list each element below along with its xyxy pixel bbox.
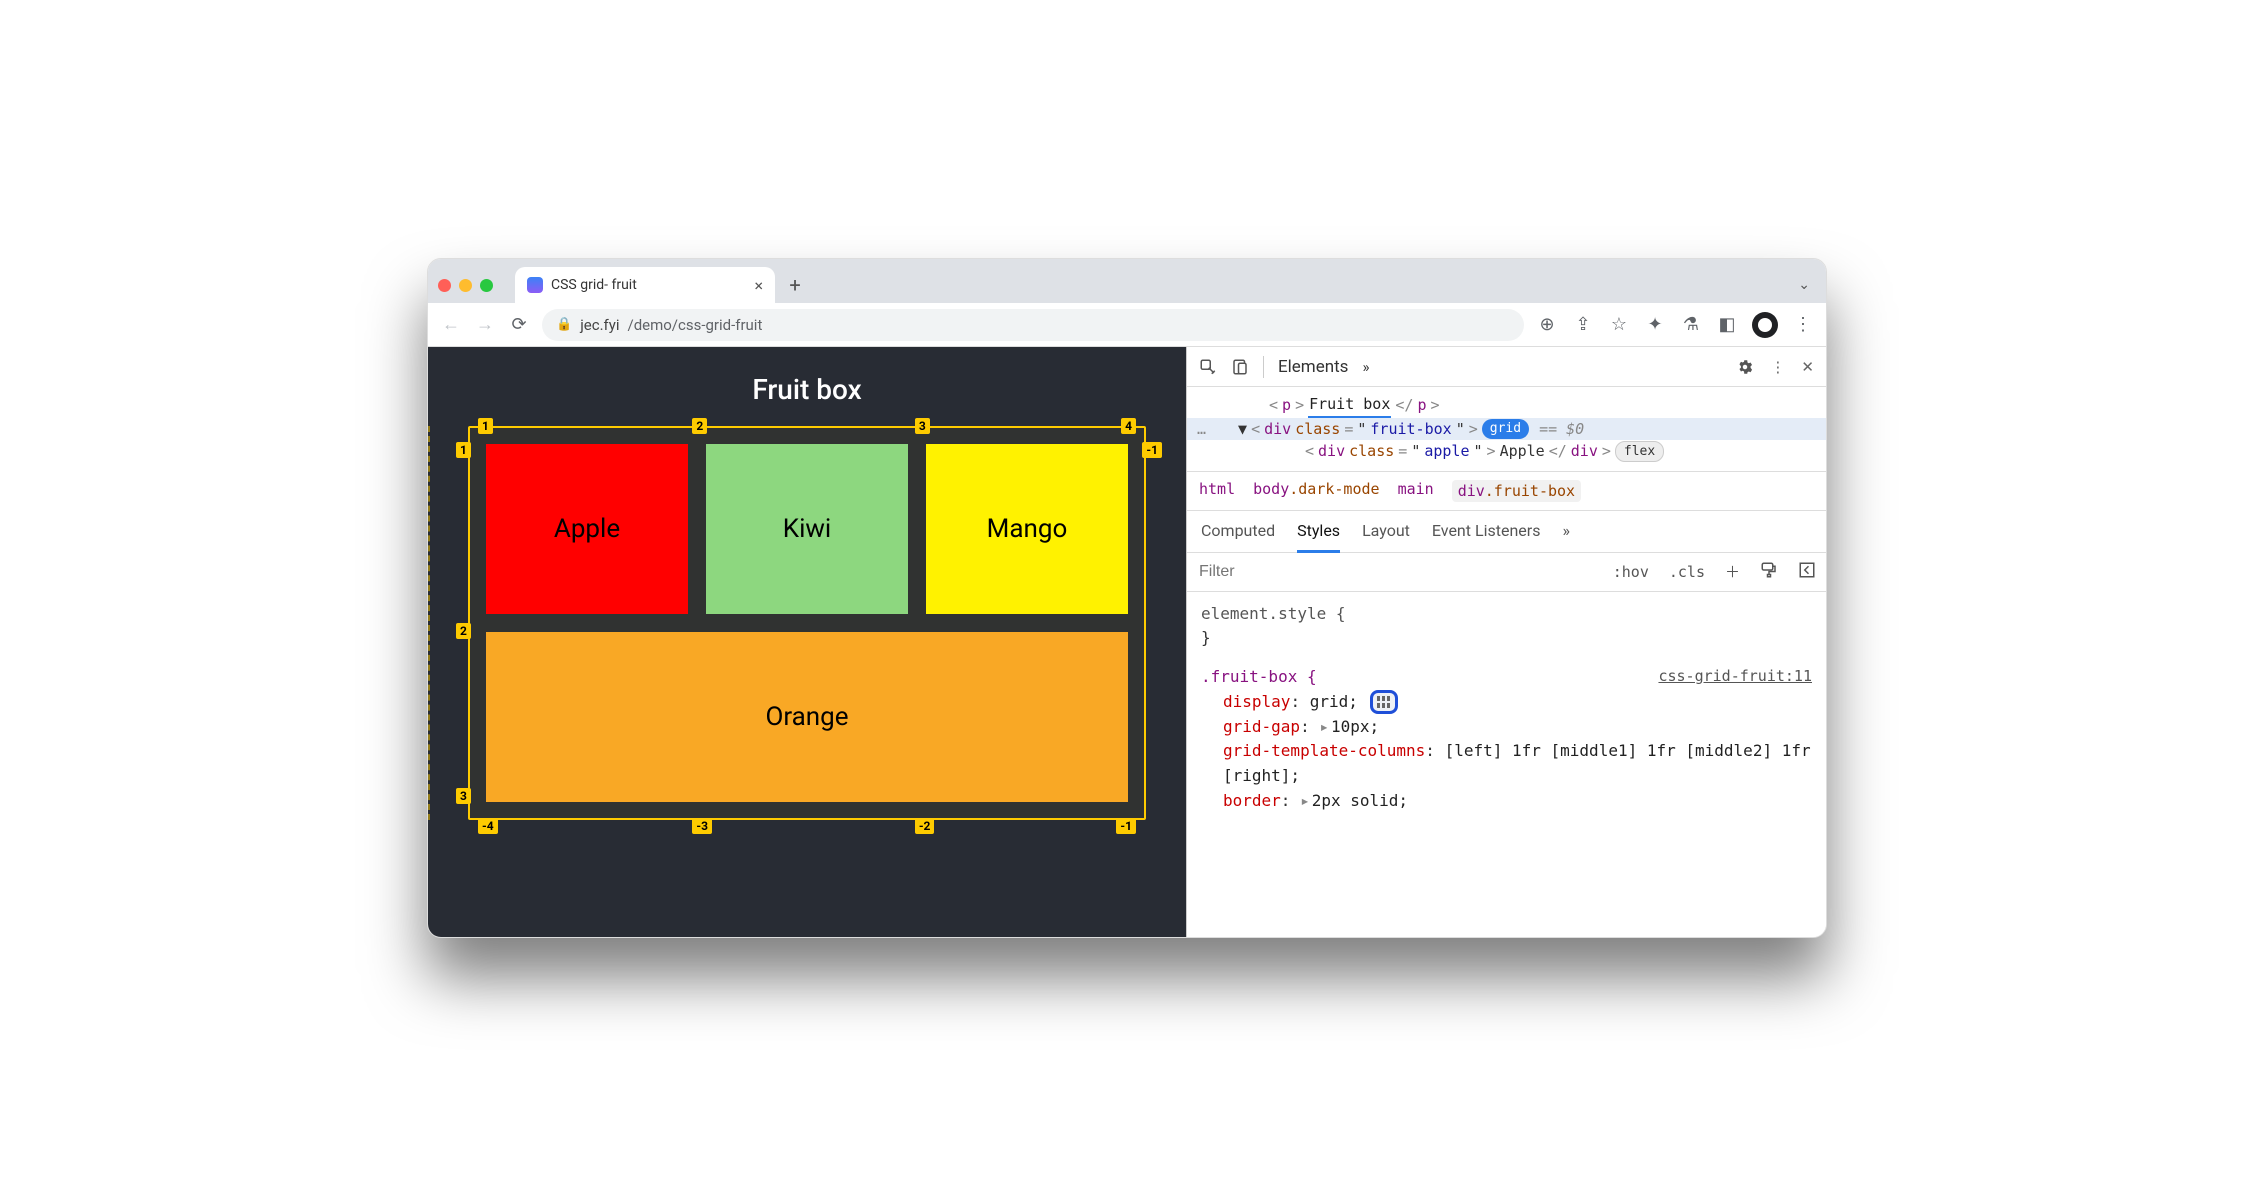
subtab-computed[interactable]: Computed [1201,521,1275,552]
bookmark-icon[interactable]: ☆ [1608,314,1630,336]
tab-dropdown-icon[interactable]: ⌄ [1798,277,1810,293]
url-path: /demo/css-grid-fruit [628,316,763,334]
content-area: Fruit box Apple Kiwi Mango Orange 1 2 3 … [428,347,1826,937]
subtab-styles[interactable]: Styles [1297,521,1340,553]
address-bar[interactable]: 🔒 jec.fyi/demo/css-grid-fruit [542,309,1524,341]
close-devtools-icon[interactable]: ✕ [1801,358,1814,376]
tab-title: CSS grid- fruit [551,277,637,293]
fruit-grid: Apple Kiwi Mango Orange 1 2 3 4 1 2 3 -1 [468,426,1146,820]
grid-label: -1 [1142,442,1162,458]
grid-label: -4 [478,818,498,834]
kebab-menu-icon[interactable]: ⋮ [1792,314,1814,336]
dom-selected-node[interactable]: …▼ <div class="fruit-box"> grid == $0 [1187,418,1826,441]
grid-label: -1 [1116,818,1136,834]
styles-filter-bar: :hov .cls ＋ [1187,553,1826,592]
window-controls [438,279,493,292]
minimize-window-button[interactable] [459,279,472,292]
devtools-tab-elements[interactable]: Elements [1278,357,1348,377]
tab-strip: CSS grid- fruit × + ⌄ [428,259,1826,303]
grid-badge[interactable]: grid [1482,419,1529,439]
dom-tree[interactable]: <p>Fruit box</p> …▼ <div class="fruit-bo… [1187,387,1826,471]
labs-icon[interactable]: ⚗ [1680,314,1702,336]
subtab-layout[interactable]: Layout [1362,521,1410,552]
devtools-toolbar: Elements » ⋮ ✕ [1187,347,1826,387]
device-toggle-icon[interactable] [1231,358,1249,376]
back-button[interactable]: ← [440,314,462,336]
grid-label: 3 [915,418,930,434]
styles-pane[interactable]: element.style {} css-grid-fruit:11 .frui… [1187,592,1826,938]
more-subtabs-icon[interactable]: » [1562,521,1570,552]
browser-window: CSS grid- fruit × + ⌄ ← → ⟳ 🔒 jec.fyi/de… [427,258,1827,938]
grid-label: 1 [456,442,471,458]
grid-label: 2 [692,418,707,434]
favicon-icon [527,277,543,293]
computed-panel-icon[interactable] [1788,561,1826,583]
devtools-panel: Elements » ⋮ ✕ <p>Fruit box</p> …▼ <div [1186,347,1826,937]
devtools-menu-icon[interactable]: ⋮ [1770,358,1785,376]
page-title: Fruit box [468,373,1146,406]
styles-subtabs: Computed Styles Layout Event Listeners » [1187,511,1826,553]
styles-filter-input[interactable] [1187,553,1603,591]
grid-label: 3 [456,788,471,804]
url-host: jec.fyi [580,316,619,334]
maximize-window-button[interactable] [480,279,493,292]
lock-icon: 🔒 [556,317,572,332]
more-tabs-icon[interactable]: » [1362,358,1369,376]
grid-label: -2 [915,818,935,834]
forward-button[interactable]: → [474,314,496,336]
settings-icon[interactable] [1736,358,1754,376]
new-style-rule-icon[interactable]: ＋ [1715,561,1750,582]
grid-label: 2 [456,623,471,639]
grid-label: 1 [478,418,493,434]
new-tab-button[interactable]: + [781,271,809,299]
close-tab-icon[interactable]: × [754,276,763,295]
browser-toolbar: ← → ⟳ 🔒 jec.fyi/demo/css-grid-fruit ⊕ ⇪ … [428,303,1826,347]
close-window-button[interactable] [438,279,451,292]
paint-icon[interactable] [1750,561,1788,583]
grid-label: -3 [692,818,712,834]
grid-cell-mango: Mango [926,444,1128,614]
grid-label: 4 [1121,418,1136,434]
grid-line [428,426,430,820]
grid-cell-orange: Orange [486,632,1128,802]
page-viewport: Fruit box Apple Kiwi Mango Orange 1 2 3 … [428,347,1186,937]
extensions-icon[interactable]: ✦ [1644,314,1666,336]
subtab-event-listeners[interactable]: Event Listeners [1432,521,1541,552]
browser-tab[interactable]: CSS grid- fruit × [515,267,775,303]
reload-button[interactable]: ⟳ [508,314,530,336]
grid-cell-kiwi: Kiwi [706,444,908,614]
profile-avatar[interactable] [1752,312,1778,338]
hov-toggle[interactable]: :hov [1603,563,1659,581]
flex-badge[interactable]: flex [1615,441,1664,463]
share-icon[interactable]: ⇪ [1572,314,1594,336]
zoom-icon[interactable]: ⊕ [1536,314,1558,336]
sidepanel-icon[interactable]: ◧ [1716,314,1738,336]
source-link[interactable]: css-grid-fruit:11 [1658,665,1812,688]
inspect-icon[interactable] [1199,358,1217,376]
dom-breadcrumbs[interactable]: html body.dark-mode main div.fruit-box [1187,471,1826,511]
cls-toggle[interactable]: .cls [1659,563,1715,581]
grid-editor-button[interactable] [1370,690,1398,714]
grid-cell-apple: Apple [486,444,688,614]
